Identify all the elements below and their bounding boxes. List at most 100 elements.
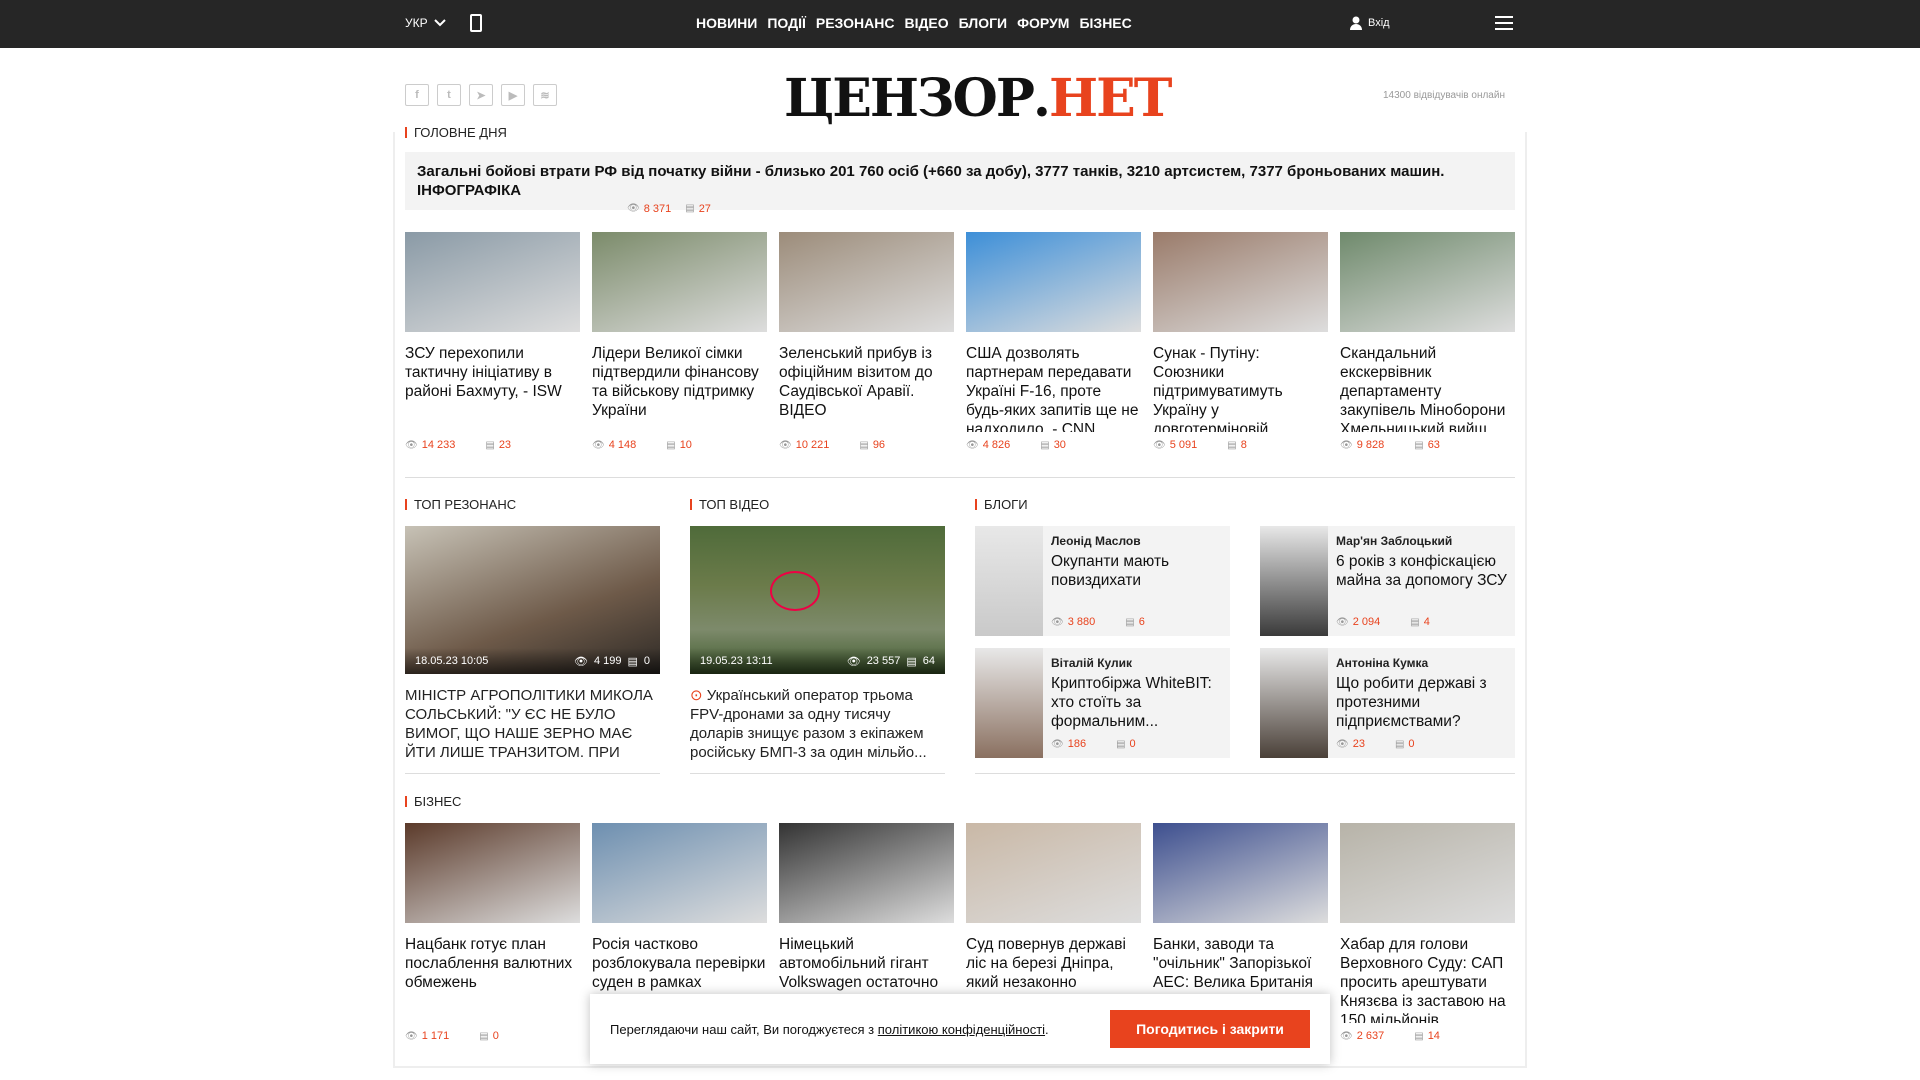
comment-icon: ▤ — [685, 203, 695, 214]
news-title: Лідери Великої сімки підтвердили фінансо… — [592, 345, 759, 419]
facebook-icon[interactable]: f — [405, 84, 429, 106]
mobile-version-icon[interactable] — [470, 14, 482, 32]
main-nav: НОВИНИ ПОДІЇ РЕЗОНАНС ВІДЕО БЛОГИ ФОРУМ … — [696, 15, 1132, 31]
blog-card[interactable]: Антоніна Кумка Що робити державі з проте… — [1260, 648, 1515, 758]
news-thumbnail — [1153, 823, 1328, 923]
comment-icon: ▤ — [479, 1030, 489, 1042]
headline-comments: ▤ 27 — [685, 202, 711, 215]
nav-video[interactable]: ВІДЕО — [904, 15, 948, 31]
author-photo — [975, 526, 1043, 636]
news-thumbnail — [405, 823, 580, 923]
news-thumbnail — [966, 232, 1141, 332]
nav-blogs[interactable]: БЛОГИ — [959, 15, 1007, 31]
video-caption: ⊙ Український оператор трьома FPV-дронам… — [690, 687, 927, 761]
top-news-grid: ЗСУ перехопили тактичну ініціативу в рай… — [405, 232, 1515, 451]
top-resonance-card[interactable]: 18.05.23 10:05 👁 4 199 ▤ 0 МІНІСТР АГРОПОЛІТ… — [405, 526, 660, 762]
news-meta: 👁 4 148 ▤ 10 — [592, 439, 692, 451]
nav-forum[interactable]: ФОРУМ — [1017, 15, 1069, 31]
blog-author: Леонід Маслов — [1051, 534, 1141, 548]
news-card[interactable]: Скандальний екскервівник департаменту за… — [1340, 232, 1515, 451]
eye-icon: 👁 — [1340, 439, 1353, 451]
blog-card[interactable]: Віталій Кулик Криптобіржа WhiteBIT: хто … — [975, 648, 1230, 758]
news-meta: 👁 1 171 ▤ 0 — [405, 1030, 499, 1042]
news-title: США дозволять партнерам передавати Украї… — [966, 345, 1139, 432]
author-photo — [1260, 648, 1328, 758]
eye-icon: 👁 — [966, 439, 979, 451]
comment-icon: ▤ — [1394, 738, 1405, 750]
nav-events[interactable]: ПОДІЇ — [767, 15, 806, 31]
blog-author: Мар'ян Заблоцький — [1336, 534, 1453, 548]
news-card[interactable]: ЗСУ перехопили тактичну ініціативу в рай… — [405, 232, 580, 451]
blog-meta: 👁 186 ▤ 0 — [1051, 738, 1136, 750]
accept-cookies-button[interactable]: Погодитись і закрити — [1110, 1010, 1310, 1048]
nav-news[interactable]: НОВИНИ — [696, 15, 757, 31]
chevron-down-icon — [433, 19, 446, 27]
top-video-card[interactable]: 19.05.23 13:11 👁 23 557 ▤ 64 ⊙ Український о… — [690, 526, 945, 762]
divider — [975, 773, 1515, 774]
news-card[interactable]: Лідери Великої сімки підтвердили фінансо… — [592, 232, 767, 451]
site-logo[interactable]: ЦЕНЗОР.НЕТ — [784, 68, 1173, 129]
twitter-icon[interactable]: t — [437, 84, 461, 106]
news-card[interactable]: США дозволять партнерам передавати Украї… — [966, 232, 1141, 451]
login-label: Вхід — [1368, 17, 1390, 29]
cookie-banner: Переглядаючи наш сайт, Ви погоджуєтеся з… — [590, 994, 1330, 1064]
eye-icon: 👁 — [1153, 439, 1166, 451]
news-title: ЗСУ перехопили тактичну ініціативу в рай… — [405, 345, 562, 400]
section-title-business: БІЗНЕС — [405, 794, 462, 809]
eye-icon: 👁 — [779, 439, 792, 451]
news-card[interactable]: Хабар для голови Верховного Суду: САП пр… — [1340, 823, 1515, 1042]
news-card[interactable]: Нацбанк готує план послаблення валютних … — [405, 823, 580, 1042]
telegram-icon[interactable]: ➤ — [469, 84, 493, 106]
news-title: Сунак - Путіну: Союзники підтримуватимут… — [1153, 345, 1283, 432]
rss-icon[interactable]: ≋ — [533, 84, 557, 106]
eye-icon: 👁 — [405, 1030, 418, 1042]
comment-icon: ▤ — [1227, 439, 1237, 451]
blog-title: Окупанти мають повиздихати — [1051, 553, 1170, 589]
blog-card[interactable]: Мар'ян Заблоцький 6 років з конфіскацією… — [1260, 526, 1515, 636]
resonance-image: 18.05.23 10:05 👁 4 199 ▤ 0 — [405, 526, 660, 674]
news-title: Зеленський прибув із офіційним візитом д… — [779, 345, 933, 419]
eye-icon: 👁 — [1336, 738, 1349, 750]
top-navigation-bar: УКР НОВИНИ ПОДІЇ РЕЗОНАНС ВІДЕО БЛОГИ ФО… — [0, 0, 1920, 48]
nav-business[interactable]: БІЗНЕС — [1079, 15, 1131, 31]
author-photo — [975, 648, 1043, 758]
comment-icon: ▤ — [1414, 439, 1424, 451]
language-selector[interactable]: УКР — [405, 16, 446, 30]
news-card[interactable]: Зеленський прибув із офіційним візитом д… — [779, 232, 954, 451]
news-title: Хабар для голови Верховного Суду: САП пр… — [1340, 936, 1506, 1023]
blog-card[interactable]: Леонід Маслов Окупанти мають повиздихати… — [975, 526, 1230, 636]
youtube-icon[interactable]: ▶ — [501, 84, 525, 106]
news-title: Нацбанк готує план послаблення валютних … — [405, 936, 573, 991]
section-title-blogs: БЛОГИ — [975, 497, 1028, 512]
eye-icon: 👁 — [1340, 1030, 1353, 1042]
comment-icon: ▤ — [485, 439, 495, 451]
cookie-text: Переглядаючи наш сайт, Ви погоджуєтеся з… — [610, 1021, 1049, 1037]
resonance-caption: МІНІСТР АГРОПОЛІТИКИ МИКОЛА СОЛЬСЬКИЙ: "… — [405, 687, 653, 761]
news-meta: 👁 4 826 ▤ 30 — [966, 439, 1066, 451]
comment-icon: ▤ — [1040, 439, 1050, 451]
blog-author: Віталій Кулик — [1051, 656, 1133, 670]
blog-meta: 👁 2 094 ▤ 4 — [1336, 616, 1430, 628]
privacy-policy-link[interactable]: політикою конфіденційності — [878, 1022, 1045, 1037]
comment-icon: ▤ — [1125, 616, 1135, 628]
blog-meta: 👁 23 ▤ 0 — [1336, 738, 1415, 750]
headline-title: Загальні бойові втрати РФ від початку ві… — [417, 163, 1445, 199]
nav-resonance[interactable]: РЕЗОНАНС — [816, 15, 895, 31]
eye-icon: 👁 — [1051, 738, 1064, 750]
eye-icon: 👁 — [405, 439, 418, 451]
main-headline[interactable]: Загальні бойові втрати РФ від початку ві… — [405, 152, 1515, 215]
comment-icon: ▤ — [666, 439, 676, 451]
eye-icon: 👁 — [1051, 616, 1064, 628]
news-card[interactable]: Сунак - Путіну: Союзники підтримуватимут… — [1153, 232, 1328, 451]
news-meta: 👁 5 091 ▤ 8 — [1153, 439, 1247, 451]
eye-icon: 👁 — [592, 439, 605, 451]
eye-icon: 👁 — [1336, 616, 1349, 628]
comment-icon: ▤ — [1410, 616, 1420, 628]
news-thumbnail — [966, 823, 1141, 923]
news-meta: 👁 2 637 ▤ 14 — [1340, 1030, 1440, 1042]
hamburger-menu-icon[interactable] — [1495, 16, 1513, 30]
login-button[interactable]: Вхід — [1350, 16, 1390, 30]
section-title-top-resonance: ТОП РЕЗОНАНС — [405, 497, 517, 512]
news-meta: 👁 14 233 ▤ 23 — [405, 439, 512, 451]
author-photo — [1260, 526, 1328, 636]
